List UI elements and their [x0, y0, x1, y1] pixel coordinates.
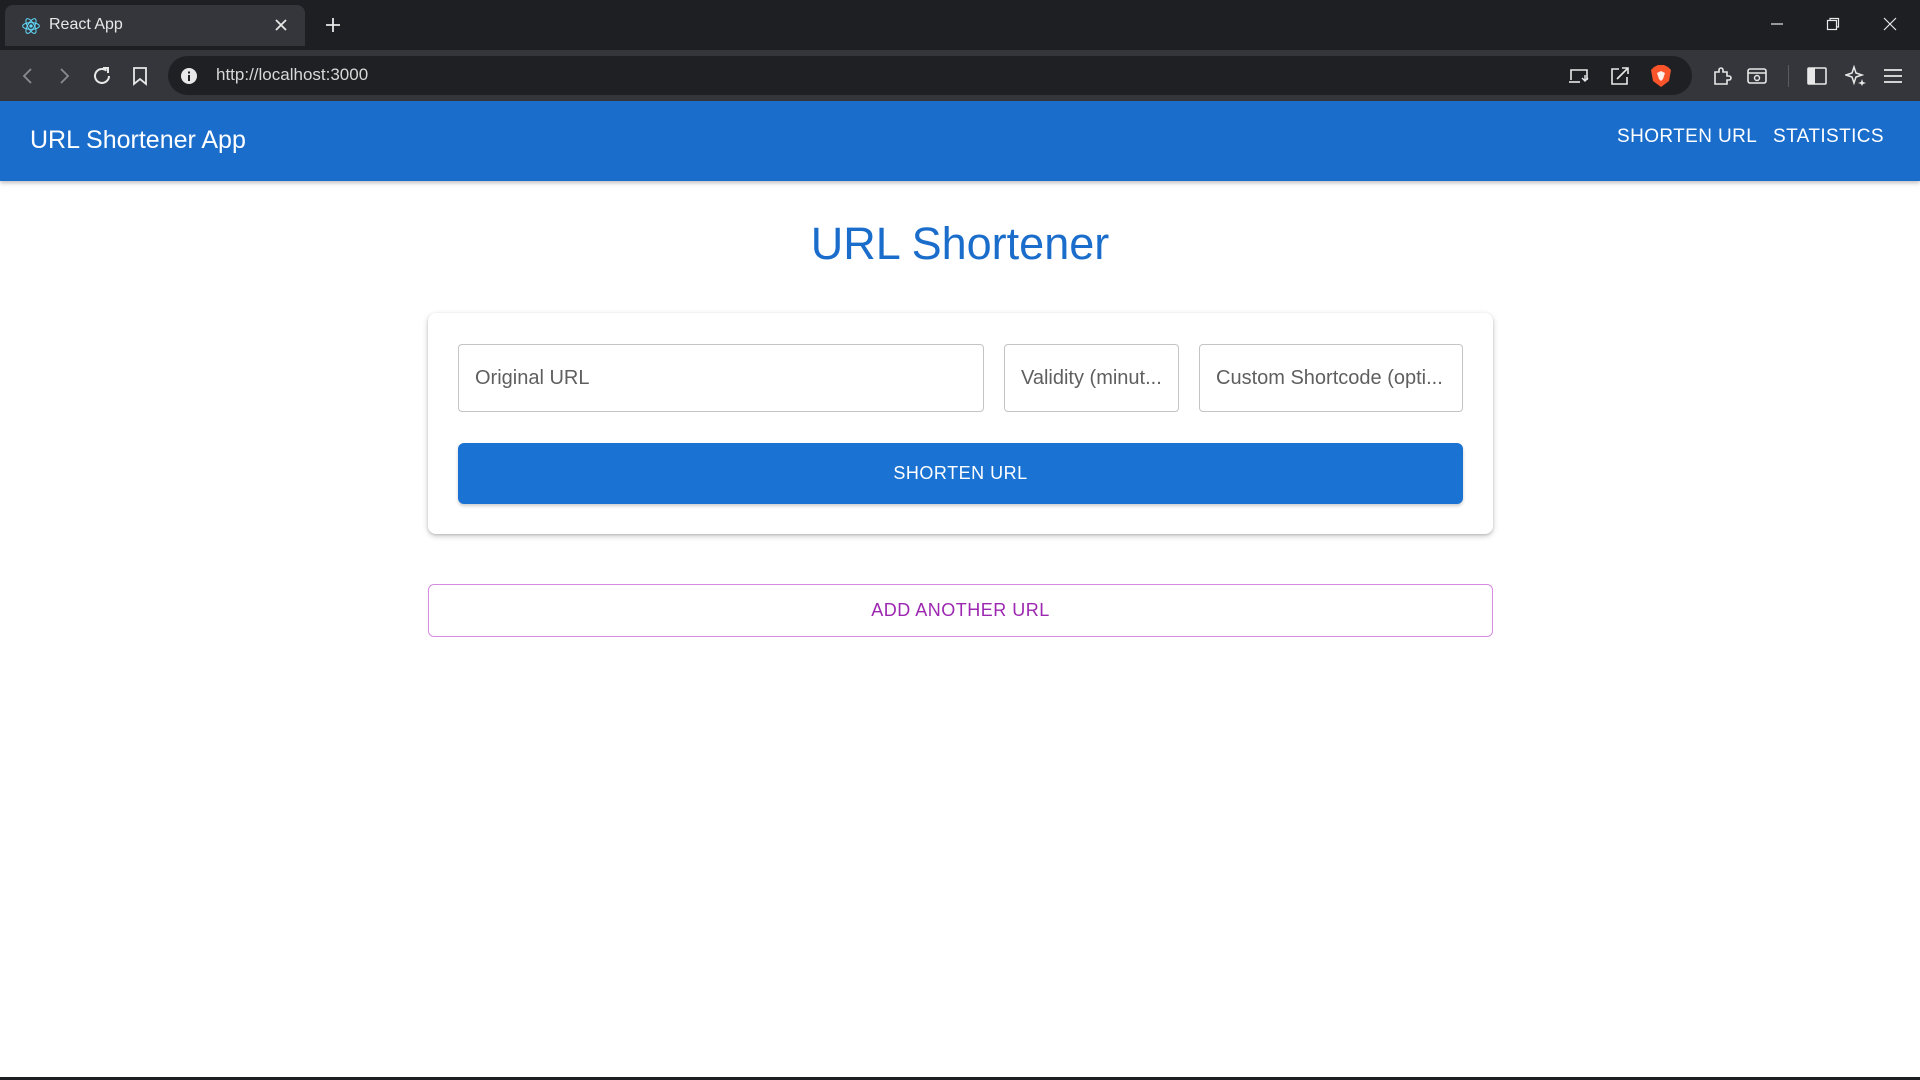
brave-shields-icon[interactable]: [1646, 61, 1676, 91]
close-tab-icon[interactable]: [267, 11, 295, 39]
browser-tab[interactable]: React App: [5, 5, 305, 46]
cast-icon[interactable]: [1564, 61, 1594, 91]
custom-shortcode-input[interactable]: Custom Shortcode (opti...: [1199, 344, 1463, 412]
info-icon[interactable]: [178, 65, 200, 87]
extensions-icon[interactable]: [1706, 60, 1738, 92]
address-url: http://localhost:3000: [216, 65, 369, 84]
react-logo-icon: [19, 14, 43, 38]
sidebar-icon[interactable]: [1801, 60, 1833, 92]
toolbar-divider: [1788, 65, 1789, 87]
browser-tabstrip: React App: [0, 0, 1920, 50]
original-url-input[interactable]: Original URL: [458, 344, 984, 412]
leo-ai-icon[interactable]: [1840, 60, 1872, 92]
new-tab-icon[interactable]: [318, 10, 348, 40]
forward-icon[interactable]: [48, 60, 80, 92]
app-bar: URL Shortener App SHORTEN URL STATISTICS: [0, 101, 1920, 181]
original-url-placeholder: Original URL: [475, 367, 590, 389]
page-title: URL Shortener: [810, 218, 1110, 269]
reload-icon[interactable]: [86, 60, 118, 92]
validity-placeholder: Validity (minut...: [1021, 367, 1162, 389]
add-another-url-button[interactable]: ADD ANOTHER URL: [428, 584, 1493, 637]
tab-title: React App: [49, 16, 123, 33]
shorten-form-card: Original URL Validity (minut... Custom S…: [428, 313, 1493, 534]
nav-statistics-button[interactable]: STATISTICS: [1773, 126, 1884, 148]
app-title: URL Shortener App: [30, 126, 246, 154]
custom-shortcode-placeholder: Custom Shortcode (opti...: [1216, 367, 1443, 389]
address-bar[interactable]: http://localhost:3000: [168, 56, 1692, 95]
restore-icon[interactable]: [1805, 0, 1861, 48]
validity-input[interactable]: Validity (minut...: [1004, 344, 1179, 412]
share-icon[interactable]: [1605, 61, 1635, 91]
close-window-icon[interactable]: [1862, 0, 1918, 48]
menu-icon[interactable]: [1877, 60, 1909, 92]
shorten-url-button[interactable]: SHORTEN URL: [458, 443, 1463, 504]
nav-shorten-url-button[interactable]: SHORTEN URL: [1617, 126, 1757, 148]
browser-toolbar: http://localhost:3000: [0, 50, 1920, 101]
wallet-icon[interactable]: [1741, 60, 1773, 92]
bookmark-icon[interactable]: [124, 60, 156, 92]
back-icon[interactable]: [12, 60, 44, 92]
minimize-icon[interactable]: [1749, 0, 1805, 48]
